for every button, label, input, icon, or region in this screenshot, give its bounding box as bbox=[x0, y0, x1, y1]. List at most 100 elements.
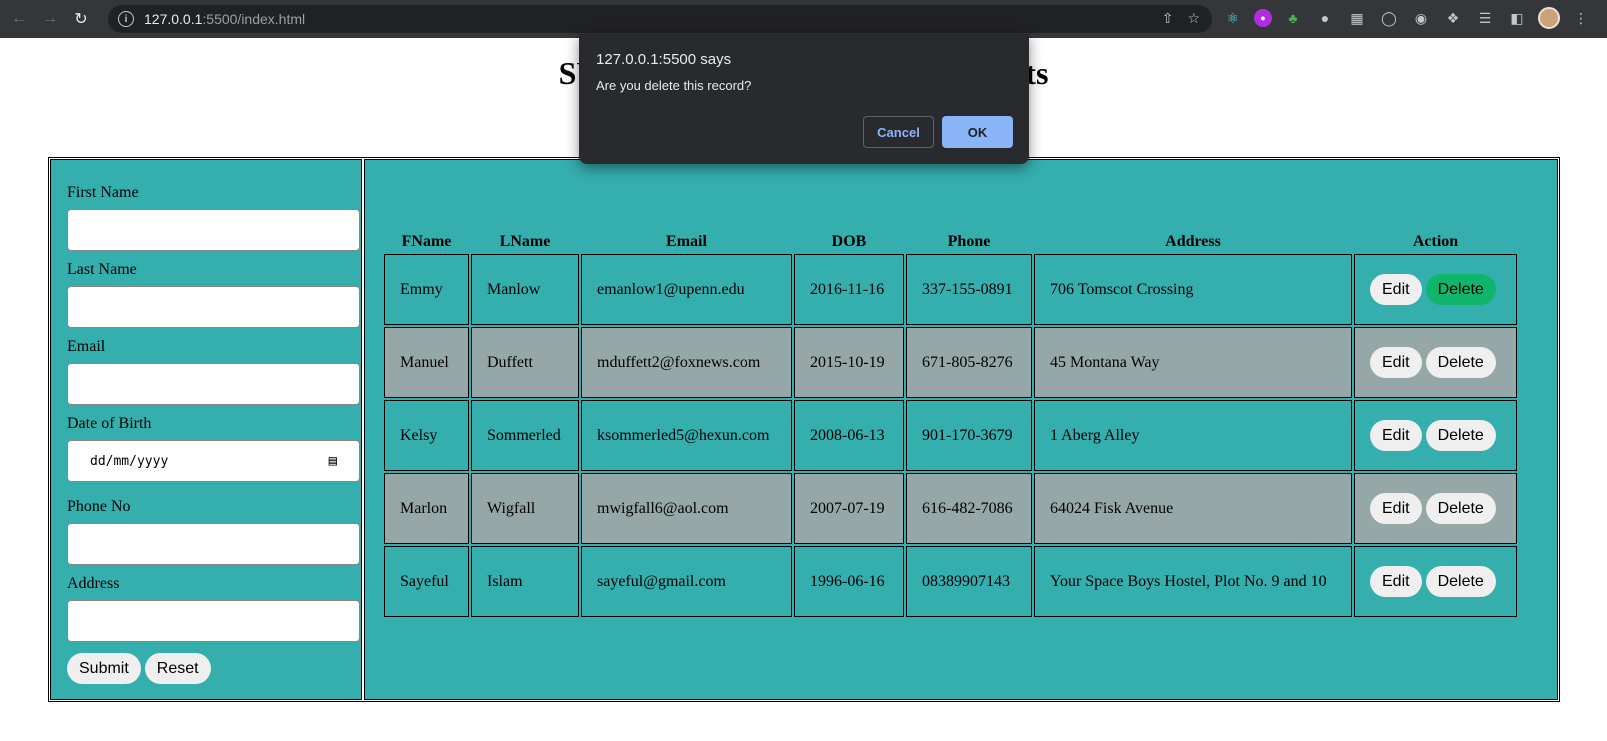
grid-extension-icon[interactable]: ▦ bbox=[1346, 7, 1368, 29]
extensions-bar: ⚛ ● ♣ ● ▦ ◯ ◉ ❖ ☰ ◧ ⋮ bbox=[1222, 7, 1592, 29]
last-name-input[interactable] bbox=[67, 286, 360, 328]
kebab-menu-icon[interactable]: ⋮ bbox=[1570, 7, 1592, 29]
main-layout: First Name Last Name Email Date of Birth… bbox=[48, 157, 1560, 702]
edit-button[interactable]: Edit bbox=[1370, 274, 1422, 305]
cell-fname: Emmy bbox=[384, 254, 469, 325]
address-label: Address bbox=[67, 575, 120, 592]
dialog-title: 127.0.0.1:5500 says bbox=[596, 51, 732, 68]
reading-list-icon[interactable]: ☰ bbox=[1474, 7, 1496, 29]
cell-lname: Manlow bbox=[471, 254, 579, 325]
header-fname: FName bbox=[401, 233, 452, 250]
dob-placeholder: dd/mm/yyyy bbox=[90, 453, 169, 469]
records-panel: FName LName Email DOB Phone Address Acti… bbox=[364, 159, 1558, 700]
cell-address: 45 Montana Way bbox=[1034, 327, 1352, 398]
calendar-icon[interactable]: ▤ bbox=[329, 453, 337, 469]
dialog-cancel-button[interactable]: Cancel bbox=[863, 116, 934, 148]
cell-address: 1 Aberg Alley bbox=[1034, 400, 1352, 471]
cell-action: Edit Delete bbox=[1354, 327, 1517, 398]
table-row: Kelsy Sommerled ksommerled5@hexun.com 20… bbox=[384, 400, 1517, 471]
cell-action: Edit Delete bbox=[1354, 546, 1517, 617]
header-address: Address bbox=[1165, 233, 1221, 250]
address-bar[interactable]: i 127.0.0.1:5500/index.html ⇧ ☆ bbox=[108, 5, 1212, 33]
camera-icon[interactable]: ◉ bbox=[1410, 7, 1432, 29]
submit-button[interactable]: Submit bbox=[67, 653, 141, 684]
student-form: First Name Last Name Email Date of Birth… bbox=[50, 159, 362, 700]
cell-address: 64024 Fisk Avenue bbox=[1034, 473, 1352, 544]
phone-input[interactable] bbox=[67, 523, 360, 565]
url-host: 127.0.0.1 bbox=[144, 11, 203, 27]
edit-button[interactable]: Edit bbox=[1370, 347, 1422, 378]
delete-button[interactable]: Delete bbox=[1425, 274, 1496, 305]
cell-lname: Islam bbox=[471, 546, 579, 617]
dialog-ok-button[interactable]: OK bbox=[942, 116, 1013, 148]
site-info-icon[interactable]: i bbox=[118, 11, 134, 27]
cell-action: Edit Delete bbox=[1354, 473, 1517, 544]
email-input[interactable] bbox=[67, 363, 360, 405]
cell-dob: 2007-07-19 bbox=[794, 473, 904, 544]
cell-address: 706 Tomscot Crossing bbox=[1034, 254, 1352, 325]
cell-phone: 08389907143 bbox=[906, 546, 1032, 617]
cell-phone: 671-805-8276 bbox=[906, 327, 1032, 398]
dob-label: Date of Birth bbox=[67, 415, 152, 432]
cell-phone: 337-155-0891 bbox=[906, 254, 1032, 325]
cell-lname: Wigfall bbox=[471, 473, 579, 544]
confirm-dialog: 127.0.0.1:5500 says Are you delete this … bbox=[579, 34, 1029, 164]
gray-extension-icon[interactable]: ● bbox=[1314, 7, 1336, 29]
edit-button[interactable]: Edit bbox=[1370, 493, 1422, 524]
url-path: :5500/index.html bbox=[202, 11, 306, 27]
header-phone: Phone bbox=[947, 233, 991, 250]
cell-address: Your Space Boys Hostel, Plot No. 9 and 1… bbox=[1034, 546, 1352, 617]
delete-button[interactable]: Delete bbox=[1425, 347, 1496, 378]
cell-dob: 2016-11-16 bbox=[794, 254, 904, 325]
header-lname: LName bbox=[499, 233, 551, 250]
cell-fname: Kelsy bbox=[384, 400, 469, 471]
circle-extension-icon[interactable]: ◯ bbox=[1378, 7, 1400, 29]
cell-fname: Sayeful bbox=[384, 546, 469, 617]
react-devtools-icon[interactable]: ⚛ bbox=[1222, 7, 1244, 29]
reload-icon[interactable]: ↻ bbox=[69, 7, 93, 31]
address-input[interactable] bbox=[67, 600, 360, 642]
cell-phone: 901-170-3679 bbox=[906, 400, 1032, 471]
cell-phone: 616-482-7086 bbox=[906, 473, 1032, 544]
side-panel-icon[interactable]: ◧ bbox=[1506, 7, 1528, 29]
bookmark-star-icon[interactable]: ☆ bbox=[1187, 10, 1200, 27]
reset-button[interactable]: Reset bbox=[144, 653, 211, 684]
cell-fname: Manuel bbox=[384, 327, 469, 398]
phone-label: Phone No bbox=[67, 498, 131, 515]
browser-toolbar: ← → ↻ i 127.0.0.1:5500/index.html ⇧ ☆ ⚛ … bbox=[0, 0, 1607, 38]
purple-extension-icon[interactable]: ● bbox=[1254, 9, 1272, 27]
header-dob: DOB bbox=[831, 233, 867, 250]
cell-fname: Marlon bbox=[384, 473, 469, 544]
edit-button[interactable]: Edit bbox=[1370, 420, 1422, 451]
table-row: Sayeful Islam sayeful@gmail.com 1996-06-… bbox=[384, 546, 1517, 617]
cell-dob: 2015-10-19 bbox=[794, 327, 904, 398]
first-name-label: First Name bbox=[67, 184, 139, 201]
records-table: FName LName Email DOB Phone Address Acti… bbox=[382, 228, 1519, 619]
cell-email: ksommerled5@hexun.com bbox=[581, 400, 792, 471]
back-arrow-icon[interactable]: ← bbox=[7, 7, 31, 31]
first-name-input[interactable] bbox=[67, 209, 360, 251]
delete-button[interactable]: Delete bbox=[1425, 420, 1496, 451]
forward-arrow-icon[interactable]: → bbox=[38, 7, 62, 31]
share-icon[interactable]: ⇧ bbox=[1162, 10, 1174, 27]
dialog-message: Are you delete this record? bbox=[596, 78, 752, 93]
header-action: Action bbox=[1412, 233, 1459, 250]
cell-email: mduffett2@foxnews.com bbox=[581, 327, 792, 398]
dob-input[interactable]: dd/mm/yyyy ▤ bbox=[67, 440, 360, 482]
email-label: Email bbox=[67, 338, 106, 355]
table-row: Manuel Duffett mduffett2@foxnews.com 201… bbox=[384, 327, 1517, 398]
cell-email: mwigfall6@aol.com bbox=[581, 473, 792, 544]
cell-action: Edit Delete bbox=[1354, 254, 1517, 325]
edit-button[interactable]: Edit bbox=[1370, 566, 1422, 597]
profile-avatar[interactable] bbox=[1538, 7, 1560, 29]
cell-email: emanlow1@upenn.edu bbox=[581, 254, 792, 325]
table-row: Emmy Manlow emanlow1@upenn.edu 2016-11-1… bbox=[384, 254, 1517, 325]
cell-dob: 2008-06-13 bbox=[794, 400, 904, 471]
puzzle-extensions-icon[interactable]: ❖ bbox=[1442, 7, 1464, 29]
tree-extension-icon[interactable]: ♣ bbox=[1282, 7, 1304, 29]
cell-dob: 1996-06-16 bbox=[794, 546, 904, 617]
delete-button[interactable]: Delete bbox=[1425, 493, 1496, 524]
delete-button[interactable]: Delete bbox=[1425, 566, 1496, 597]
table-row: Marlon Wigfall mwigfall6@aol.com 2007-07… bbox=[384, 473, 1517, 544]
cell-email: sayeful@gmail.com bbox=[581, 546, 792, 617]
